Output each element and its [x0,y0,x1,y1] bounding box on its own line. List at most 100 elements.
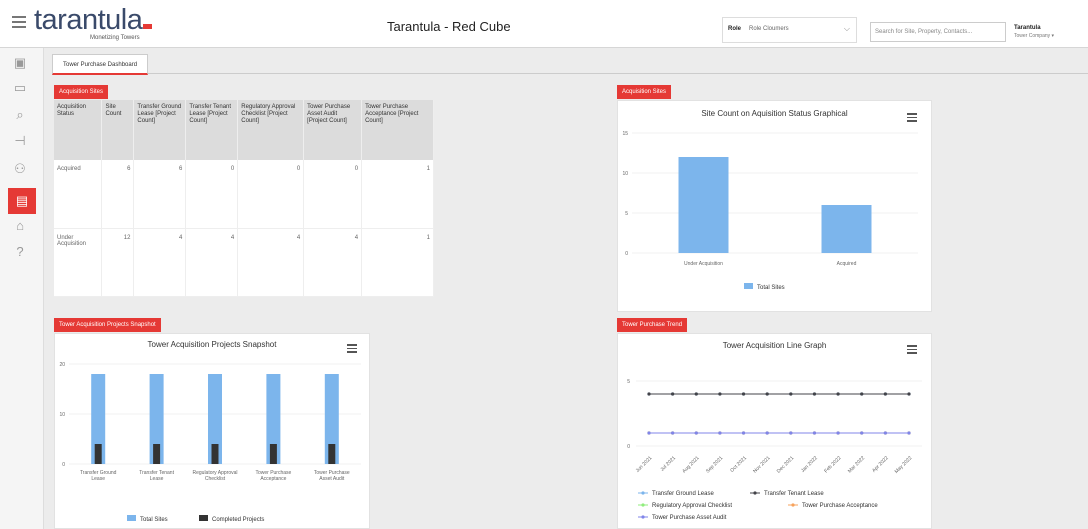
legend-swatch [744,283,753,289]
bar [821,205,872,253]
bar [153,444,161,464]
table-header[interactable]: Site Count [101,100,135,160]
count-cell: 1 [361,160,434,229]
x-tick-label: Aug 2021 [681,455,701,475]
hamburger-menu-icon[interactable] [12,16,26,28]
data-point [836,431,840,435]
legend-label: Transfer Tenant Lease [764,491,824,497]
count-cell: 12 [101,228,135,297]
y-tick-label: 10 [622,171,628,177]
count-cell: 1 [361,228,434,297]
x-tick-label: Mar 2022 [847,455,866,474]
legend-marker [641,503,645,507]
y-tick-label: 15 [622,131,628,137]
data-point [694,431,698,435]
role-select[interactable]: Role Role Cloumers ⌵ [722,17,857,43]
count-cell: 4 [303,228,363,297]
bar [211,444,219,464]
bar [328,444,336,464]
sidebar: ▣ ▭ ⌕ ⊣ ⚇ ▤ ⌂? [0,48,44,529]
x-tick-label: Sep 2021 [705,455,725,475]
count-cell: 4 [133,228,187,297]
report-icon[interactable]: ▤ [8,188,36,214]
legend-marker [641,515,645,519]
x-tick-label: Dec 2021 [776,455,796,475]
role-select-value: Role Cloumers [749,26,789,32]
table-row: Acquired 6 6 0 0 0 1 [54,160,434,229]
legend-swatch [199,515,208,521]
data-point [647,392,651,396]
document-icon[interactable]: ▭ [11,79,29,97]
data-point [883,431,887,435]
snapshot-chart: 0 10 20 Transfer Ground Lease Transfer Tenant… [59,362,361,523]
help-icon[interactable]: ? [11,242,29,260]
page-title: Tarantula - Red Cube [387,19,511,34]
y-tick-label: 0 [625,251,628,257]
search-input[interactable]: Search for Site, Property, Contacts... [870,22,1006,42]
data-point [741,392,746,396]
data-point [812,392,817,396]
data-point [671,431,675,435]
data-point [718,431,722,435]
count-cell: 4 [185,228,239,297]
data-point [741,431,746,435]
data-point [789,431,793,435]
legend-label: Total Sites [140,517,168,523]
table-header[interactable]: Transfer Tenant Lease [Project Count] [185,100,239,160]
app-header: tarantula Monetizing Towers Tarantula - … [0,0,1088,48]
x-tick-label: Jul 2021 [659,455,677,473]
data-point [836,392,840,396]
table-header[interactable]: Transfer Ground Lease [Project Count] [133,100,187,160]
user-name[interactable]: Tarantula [1014,25,1041,31]
legend-label: Transfer Ground Lease [652,491,714,497]
table-row: Under Acquisition 12 4 4 4 4 1 [54,228,434,297]
legend-label: Completed Projects [212,517,264,523]
count-cell: 0 [303,160,363,229]
trend-tag: Tower Purchase Trend [617,318,688,332]
legend-marker [791,503,795,507]
table-header[interactable]: Tower Purchase Acceptance [Project Count… [361,100,434,160]
snapshot-tag: Tower Acquisition Projects Snapshot [54,318,161,332]
legend-swatch [127,515,136,521]
data-point [860,392,864,396]
data-point [789,392,793,396]
table-header[interactable]: Regulatory Approval Checklist [Project C… [237,100,305,160]
role-label: Role [728,26,742,32]
status-cell: Under Acquisition [54,228,103,297]
count-cell: 6 [101,160,135,229]
tarantula-logo[interactable]: tarantula Monetizing Towers [34,4,153,41]
data-point [883,392,887,396]
logo-tagline: Monetizing Towers [90,35,140,41]
count-cell: 6 [133,160,187,229]
status-cell: Acquired [54,160,103,229]
site-count-tag: Acquisition Sites [617,85,672,99]
y-tick-label: 10 [59,412,65,418]
table-header[interactable]: Acquisition Status [54,100,103,160]
count-cell: 4 [237,228,305,297]
data-point [812,431,817,435]
table-header[interactable]: Tower Purchase Asset Audit [Project Coun… [303,100,363,160]
data-point [694,392,698,396]
data-point [765,431,769,435]
y-tick-label: 20 [59,362,65,368]
bar [94,444,102,464]
count-cell: 0 [185,160,239,229]
acquisition-sites-table: Acquisition Status Site Count Transfer Gro… [54,100,434,297]
sitemap-icon[interactable]: ⊣ [11,132,29,150]
site-count-chart-panel: Site Count on Aquisition Status Graphica… [617,100,932,312]
x-tick-label: Transfer Tenant Lease [139,470,174,482]
building-icon[interactable]: ⌂ [11,216,29,234]
legend-marker [753,491,757,495]
x-tick-label: Jun 2021 [635,455,654,474]
tab-tower-purchase-dashboard[interactable]: Tower Purchase Dashboard [52,54,149,75]
data-point [765,392,769,396]
users-icon[interactable]: ⚇ [11,160,29,178]
user-company-dropdown[interactable]: Tower Company ▾ [1014,33,1054,39]
x-tick-label: Regulatory Approval Checklist [192,470,237,482]
bar [678,157,729,253]
x-tick-label: Jan 2022 [800,455,819,474]
trend-chart: 0 5 Jun 2021 Jul 2021 Aug 2021 Sep 2021 Oct 20… [627,379,922,521]
search-icon[interactable]: ⌕ [11,106,29,124]
excel-icon[interactable]: ▣ [11,54,29,72]
site-count-chart: 0 5 10 15 Under Acquisition Acquired Total Sit… [622,131,918,291]
